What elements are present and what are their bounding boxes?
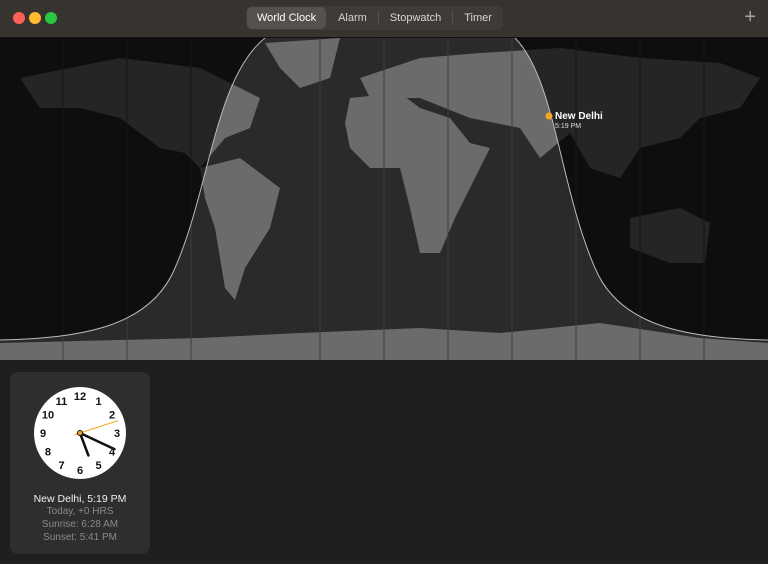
tab-alarm[interactable]: Alarm (328, 7, 377, 29)
close-button[interactable] (13, 12, 25, 24)
pin-time-label: 5:19 PM (555, 123, 581, 130)
clock-numeral: 12 (74, 391, 86, 403)
pin-city-label: New Delhi (555, 111, 603, 122)
clock-numeral: 7 (58, 460, 64, 472)
city-time-label: New Delhi, 5:19 PM (33, 493, 127, 505)
offset-label: Today, +0 HRS (46, 506, 114, 517)
divider (377, 11, 379, 25)
clock-numeral: 1 (95, 396, 101, 408)
clock-numeral: 3 (114, 428, 120, 440)
clock-numeral: 8 (45, 447, 51, 459)
tab-stopwatch[interactable]: Stopwatch (380, 7, 451, 29)
clock-numeral: 6 (77, 465, 83, 477)
world-map[interactable]: New Delhi 5:19 PM (0, 38, 768, 360)
clock-numeral: 5 (95, 460, 101, 472)
title-bar: World Clock Alarm Stopwatch Timer + (0, 0, 768, 38)
clock-numeral: 11 (56, 396, 68, 408)
tab-world-clock[interactable]: World Clock (247, 7, 327, 29)
sunrise-label: Sunrise: 6:28 AM (41, 519, 119, 530)
clock-numeral: 2 (109, 410, 115, 422)
clock-numeral: 10 (42, 410, 54, 422)
minimize-button[interactable] (29, 12, 41, 24)
clock-card[interactable]: 12 1 2 3 4 5 6 7 8 9 10 11 New Delhi, 5:19 PM Today… (10, 372, 150, 554)
analog-clock: 12 1234567891011 (34, 387, 126, 479)
sunset-label: Sunset: 5:41 PM (43, 532, 117, 543)
city-pin[interactable] (545, 112, 553, 120)
plus-icon[interactable]: + (744, 6, 756, 29)
tab-timer[interactable]: Timer (454, 7, 502, 29)
tab-bar: World Clock Alarm Stopwatch Timer (246, 6, 503, 30)
zoom-button[interactable] (45, 12, 57, 24)
clock-numeral: 9 (40, 428, 46, 440)
divider (452, 11, 454, 25)
